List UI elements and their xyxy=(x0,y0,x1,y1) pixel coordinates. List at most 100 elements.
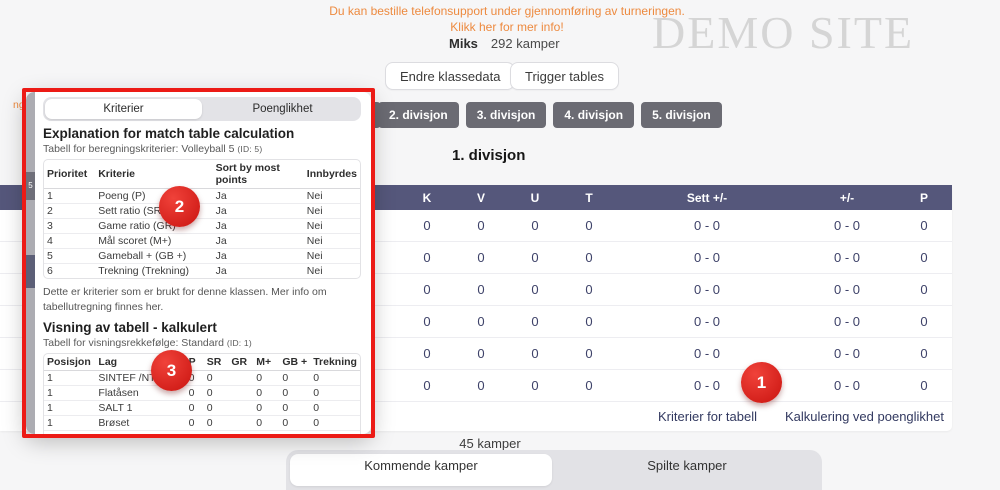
col-prioritet: Prioritet xyxy=(44,160,96,189)
cell: 0 xyxy=(279,386,311,402)
table-row: 1 Flatåsen 0 0 0 0 0 xyxy=(44,386,360,402)
cell: 0 - 0 xyxy=(833,218,860,233)
table-row: 1 Brøset 0 0 0 0 0 xyxy=(44,416,360,432)
cell: 0 xyxy=(585,378,593,393)
tiebreak-calculation-link[interactable]: Kalkulering ved poenglikhet xyxy=(785,409,944,424)
tab-played-matches[interactable]: Spilte kamper xyxy=(556,454,818,486)
tab-upcoming-matches[interactable]: Kommende kamper xyxy=(290,454,552,486)
table-header-row: Posisjon Lag P SR GR M+ GB + Trekning xyxy=(44,354,360,372)
cell: Trekning (Trekning) xyxy=(98,265,190,277)
cell: 5 xyxy=(44,249,96,264)
cell: 0 xyxy=(204,431,229,434)
cell: 0 xyxy=(186,431,204,434)
cell: 0 xyxy=(585,314,593,329)
col-v: V xyxy=(476,190,485,205)
cell: 0 xyxy=(423,282,431,297)
cell: Ja xyxy=(212,204,304,219)
popup-tab-kriterier[interactable]: Kriterier xyxy=(45,99,202,119)
cell: 0 xyxy=(531,346,539,361)
cell: 0 xyxy=(279,401,311,417)
division-tab-bar: 2. divisjon 3. divisjon 4. divisjon 5. d… xyxy=(378,102,722,128)
cell: 0 xyxy=(423,250,431,265)
cell: 0 xyxy=(920,346,928,361)
cell: 0 xyxy=(279,371,311,387)
cell: 0 - 0 xyxy=(833,314,860,329)
edit-classdata-button[interactable]: Endre klassedata xyxy=(385,62,516,90)
cell: 0 xyxy=(253,431,279,434)
cell: 0 xyxy=(253,401,280,417)
support-notice: Du kan bestille telefonsupport under gje… xyxy=(329,3,685,35)
total-matches-label: 45 kamper xyxy=(459,436,521,451)
cell: Mål scoret (M+) xyxy=(95,234,213,249)
cell: 0 - 0 xyxy=(693,250,720,265)
cell: 0 xyxy=(185,416,204,432)
cell: 0 xyxy=(185,386,204,402)
annotation-badge-2: 2 xyxy=(159,186,200,227)
tab-division-5[interactable]: 5. divisjon xyxy=(641,102,722,128)
table-row: 1 K-BIL 0 0 0 0 0 xyxy=(44,431,360,434)
cell: Nei xyxy=(303,219,360,234)
cell: 0 xyxy=(253,416,280,432)
cell: 0 - 0 xyxy=(693,346,720,361)
demo-site-watermark: DEMO SITE xyxy=(652,7,915,58)
col-trekning: Trekning xyxy=(310,354,360,372)
cell: Ja xyxy=(212,234,304,249)
cell: Game ratio (GR) xyxy=(95,219,213,234)
tab-division-3[interactable]: 3. divisjon xyxy=(465,102,547,128)
cell: Gameball + (GB +) xyxy=(95,249,213,264)
cell: 0 - 0 xyxy=(833,282,860,297)
tab-division-2[interactable]: 2. divisjon xyxy=(378,102,459,128)
cell: 0 xyxy=(310,401,360,417)
cell: 0 xyxy=(531,314,539,329)
cell xyxy=(228,371,254,387)
cell: 0 - 0 xyxy=(693,218,720,233)
class-info: Miks 292 kamper xyxy=(449,36,560,51)
cell: Nei xyxy=(303,234,360,249)
cell: 0 xyxy=(531,218,539,233)
table-row: 1 SINTEF /NTNU 0 0 0 0 0 xyxy=(44,371,360,387)
cell: 0 xyxy=(531,378,539,393)
popup-title: Explanation for match table calculation xyxy=(43,126,295,141)
cell: 0 xyxy=(531,282,539,297)
col-sort: Sort by most points xyxy=(212,160,304,189)
cell: 0 xyxy=(920,378,928,393)
cell: 0 xyxy=(477,250,485,265)
display-section-subtitle: Tabell for visningsrekkefølge: Standard … xyxy=(43,337,361,349)
popup-tab-poenglikhet[interactable]: Poenglikhet xyxy=(204,97,361,121)
criteria-for-table-link[interactable]: Kriterier for tabell xyxy=(658,409,757,424)
cell: 0 xyxy=(477,218,485,233)
popup-scrollbar[interactable]: 5 xyxy=(26,92,35,434)
popup-subtitle: Tabell for beregningskriterier: Volleyba… xyxy=(43,143,361,155)
display-subtitle-id: (id: 1) xyxy=(226,338,252,349)
cell: 0 xyxy=(203,416,229,432)
cell: 1 xyxy=(44,401,96,417)
cell: Nei xyxy=(303,204,360,219)
cell: 0 xyxy=(310,386,360,402)
cell: 1 xyxy=(44,371,96,387)
cell: 2 xyxy=(44,204,96,219)
support-info-link[interactable]: Klikk her for mer info! xyxy=(329,19,685,35)
table-row: 1 SALT 1 0 0 0 0 0 xyxy=(44,401,360,417)
cell xyxy=(228,416,254,432)
criteria-note: Dette er kriterier som er brukt for denn… xyxy=(43,286,327,313)
cell xyxy=(228,431,253,434)
cell: 0 - 0 xyxy=(693,282,720,297)
col-plusminus: +/- xyxy=(839,190,855,205)
col-kriterie: Kriterie xyxy=(95,160,213,189)
cell: 0 xyxy=(310,431,360,434)
trigger-tables-button[interactable]: Trigger tables xyxy=(510,62,619,90)
tab-division-4[interactable]: 4. divisjon xyxy=(553,102,635,128)
cell: 0 xyxy=(203,371,229,387)
col-sr: SR xyxy=(203,354,229,372)
cell xyxy=(228,401,254,417)
cell: 0 xyxy=(920,218,928,233)
scrollbar-thumb[interactable] xyxy=(26,255,35,288)
cell: 0 xyxy=(423,346,431,361)
cell: 0 xyxy=(920,250,928,265)
table-row: 1 Poeng (P) Ja Nei xyxy=(44,189,360,204)
cell: Nei xyxy=(306,265,323,277)
cell: 0 xyxy=(185,401,204,417)
annotation-badge-1: 1 xyxy=(741,362,782,403)
cell: 6 xyxy=(47,265,53,277)
cell: 0 xyxy=(279,431,310,434)
